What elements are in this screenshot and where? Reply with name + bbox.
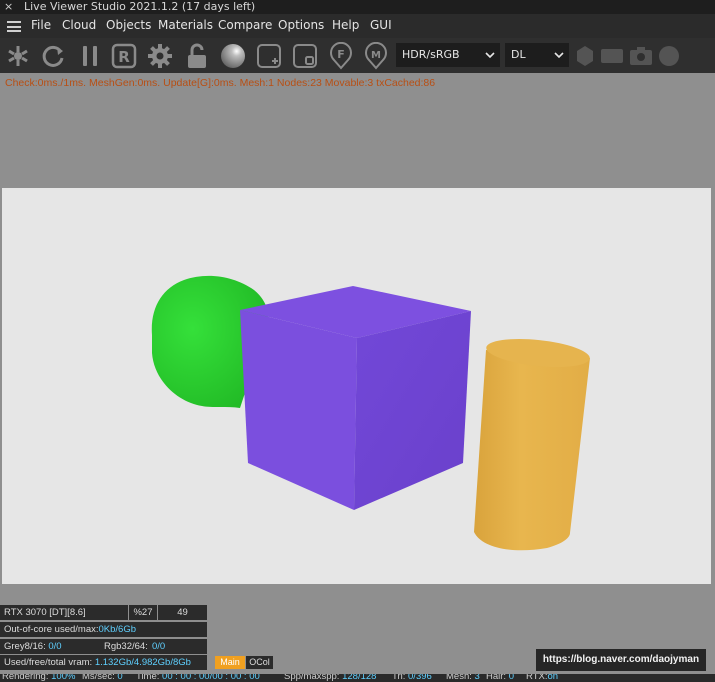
grey-label: Grey8/16:: [4, 641, 46, 652]
time-value: 00 : 00 : 00/00 : 00 : 00: [162, 674, 260, 682]
window-title: Live Viewer Studio 2021.1.2 (17 days lef…: [24, 0, 256, 13]
kernel-select[interactable]: DL: [505, 43, 569, 67]
gpu-load: %27: [129, 605, 157, 620]
render-viewport[interactable]: [2, 188, 711, 584]
stats-line: Check:0ms./1ms. MeshGen:0ms. Update[G]:0…: [5, 77, 436, 89]
material-pin-letter: M: [371, 50, 381, 61]
render-scene: [151, 275, 591, 551]
vram-info: Used/free/total vram: 1.132Gb/4.982Gb/8G…: [0, 655, 207, 670]
menu-options[interactable]: Options: [278, 18, 324, 32]
hexagon-icon[interactable]: [571, 42, 599, 70]
chevron-down-icon: [485, 52, 495, 59]
menu-objects[interactable]: Objects: [106, 18, 151, 32]
hamburger-menu-icon[interactable]: [7, 21, 21, 32]
time-label: Time:: [136, 674, 160, 682]
yellow-cylinder[interactable]: [474, 335, 591, 551]
tab-main[interactable]: Main: [215, 656, 245, 669]
kernel-value: DL: [511, 48, 526, 61]
unlock-icon[interactable]: [183, 42, 211, 70]
rgb-label: Rgb32/64:: [104, 641, 148, 652]
hair-value: 0: [508, 674, 514, 682]
status-bar: Rendering: 100% Ms/sec: 0 Time: 00 : 00 …: [0, 674, 715, 682]
mesh-value: 3: [474, 674, 480, 682]
rgb-value: 0/0: [152, 641, 166, 652]
octane-logo-icon[interactable]: [4, 42, 32, 70]
rendering-value: 100%: [51, 674, 76, 682]
vram-value: 1.132Gb/4.982Gb/8Gb: [94, 657, 191, 668]
rendering-label: Rendering:: [2, 674, 49, 682]
grey-value: 0/0: [48, 641, 62, 652]
ooc-value: 0Kb/6Gb: [98, 624, 137, 635]
close-icon[interactable]: ×: [4, 0, 13, 13]
spp-label: Spp/maxspp:: [284, 674, 340, 682]
camera-icon[interactable]: [627, 42, 655, 70]
add-region-icon[interactable]: [255, 42, 283, 70]
title-bar: × Live Viewer Studio 2021.1.2 (17 days l…: [0, 0, 715, 14]
info-panel: RTX 3070 [DT][8.6] %27 49 Out-of-core us…: [0, 584, 715, 682]
menu-gui[interactable]: GUI: [370, 18, 392, 32]
blog-url-watermark: https://blog.naver.com/daojyman: [536, 649, 706, 671]
gpu-name: RTX 3070 [DT][8.6]: [0, 605, 128, 620]
menu-help[interactable]: Help: [332, 18, 359, 32]
material-pin-icon[interactable]: M: [362, 42, 390, 70]
chevron-down-icon: [554, 52, 564, 59]
settings-gear-icon[interactable]: [146, 42, 174, 70]
focus-pin-letter: F: [337, 48, 345, 61]
film-icon[interactable]: [598, 42, 626, 70]
restart-r-letter: R: [118, 48, 130, 66]
menu-compare[interactable]: Compare: [218, 18, 272, 32]
menu-cloud[interactable]: Cloud: [62, 18, 96, 32]
mesh-label: Mesh:: [446, 674, 472, 682]
mspersec-value: 0: [117, 674, 123, 682]
purple-cube[interactable]: [240, 286, 471, 510]
tab-ocol[interactable]: OCol: [246, 656, 273, 669]
vram-label: Used/free/total vram:: [4, 657, 93, 668]
menu-bar: File Cloud Objects Materials Compare Opt…: [0, 14, 715, 38]
ooc-label: Out-of-core used/max:: [4, 624, 99, 635]
pause-icon[interactable]: [76, 42, 104, 70]
circle-icon[interactable]: [655, 42, 683, 70]
region-icon[interactable]: [291, 42, 319, 70]
focus-pin-icon[interactable]: F: [327, 42, 355, 70]
texture-counts: Grey8/16: 0/0 Rgb32/64: 0/0: [0, 639, 207, 654]
menu-materials[interactable]: Materials: [158, 18, 213, 32]
mspersec-label: Ms/sec:: [82, 674, 115, 682]
rtx-value: on: [547, 674, 559, 682]
hair-label: Hair:: [486, 674, 507, 682]
menu-file[interactable]: File: [31, 18, 51, 32]
tri-value: 0/396: [408, 674, 432, 682]
colorspace-select[interactable]: HDR/sRGB: [396, 43, 500, 67]
spp-value: 128/128: [342, 674, 377, 682]
toolbar: R F M HDR/sRGB DL: [0, 38, 715, 73]
material-sphere-icon[interactable]: [219, 42, 247, 70]
restart-r-icon[interactable]: R: [110, 42, 138, 70]
gpu-temp: 49: [158, 605, 207, 620]
stats-strip: Check:0ms./1ms. MeshGen:0ms. Update[G]:0…: [0, 73, 715, 188]
out-of-core-info: Out-of-core used/max:0Kb/6Gb: [0, 622, 207, 637]
rtx-label: RTX:: [526, 674, 548, 682]
tri-label: Tri:: [392, 674, 406, 682]
refresh-icon[interactable]: [39, 42, 67, 70]
colorspace-value: HDR/sRGB: [402, 48, 460, 61]
